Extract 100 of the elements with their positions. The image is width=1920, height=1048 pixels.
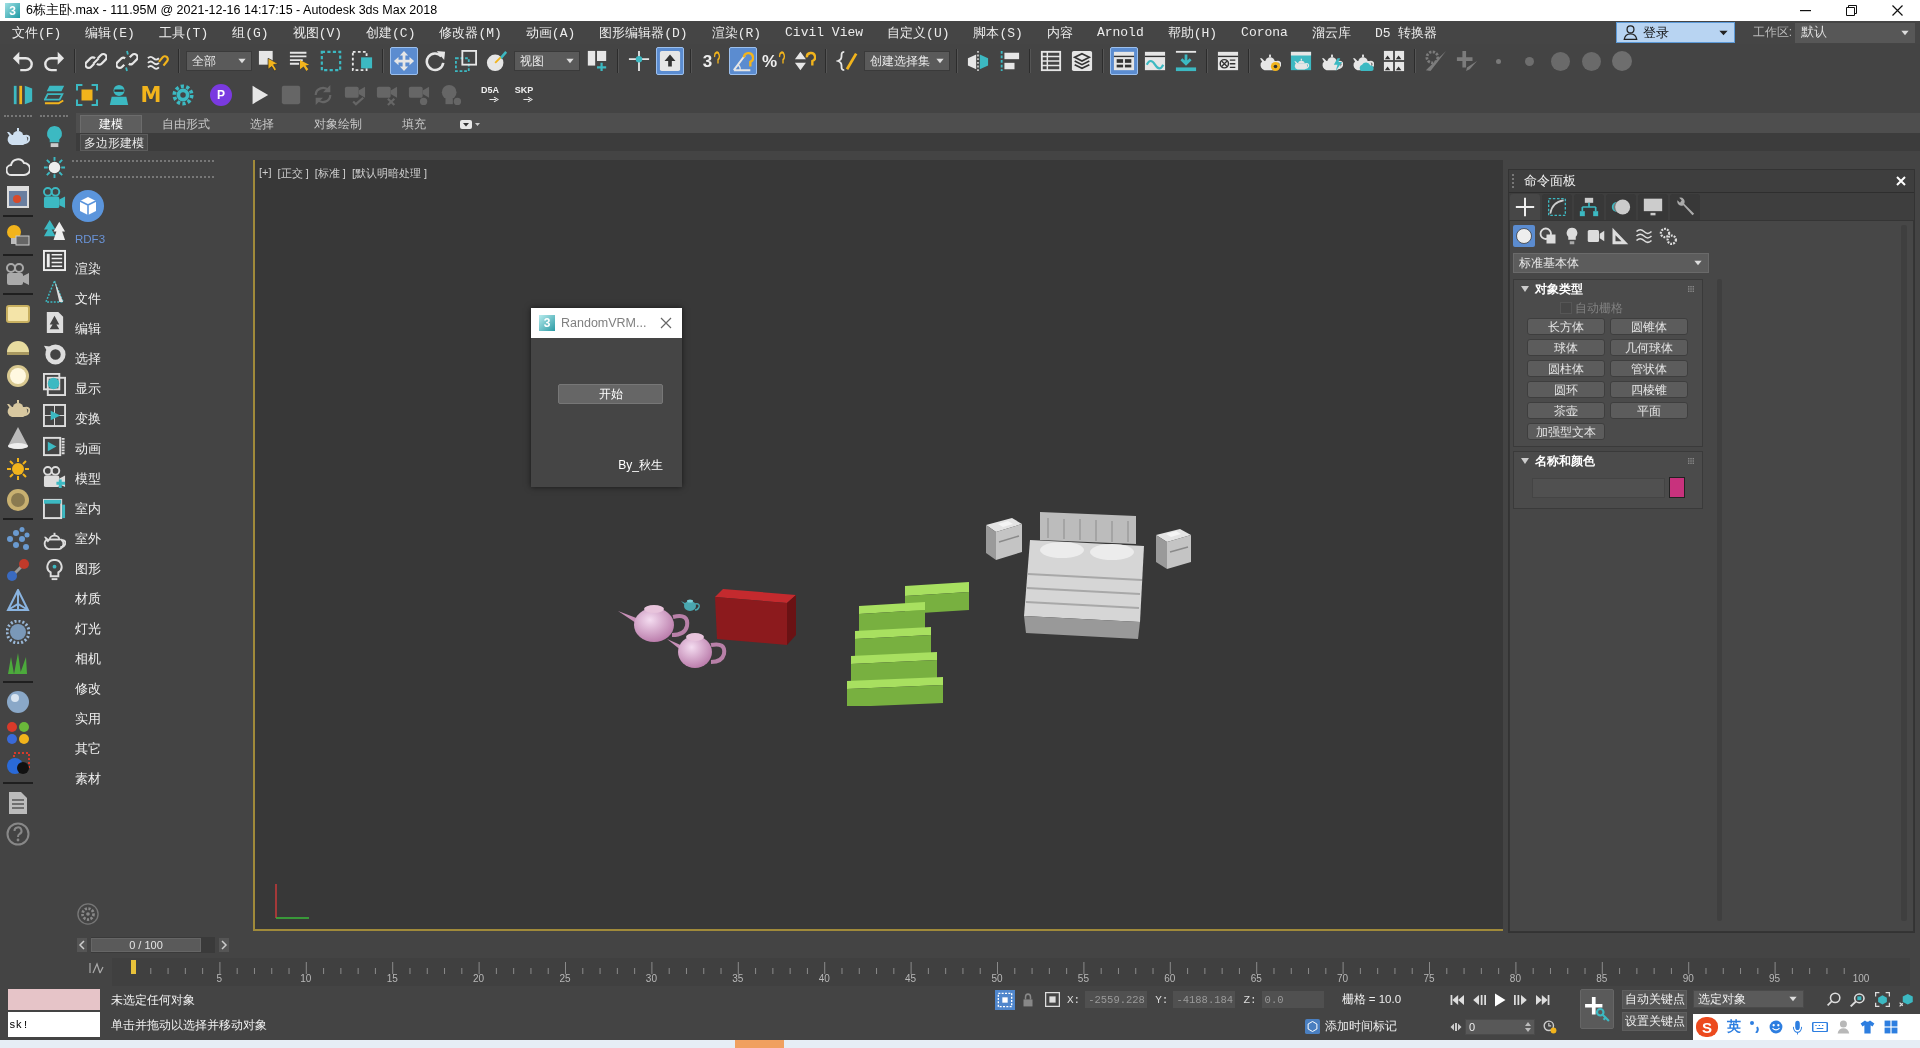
film-icon[interactable]	[42, 435, 66, 458]
toolbar-dropdown[interactable]: 全部	[186, 51, 252, 71]
chevron-right-icon[interactable]	[219, 937, 229, 952]
document-icon[interactable]	[6, 790, 30, 815]
menu-item[interactable]: 内容	[1046, 23, 1073, 42]
curve-square-icon[interactable]	[1547, 197, 1567, 217]
lock-icon[interactable]	[1022, 992, 1034, 1007]
pyramid-icon[interactable]	[6, 588, 30, 613]
keyboard-icon[interactable]	[1812, 1021, 1828, 1033]
script-menu-item[interactable]: 变换	[72, 404, 248, 434]
bulb-panel-icon[interactable]	[6, 223, 30, 248]
set-key-mode-button[interactable]: 设置关键点	[1622, 1012, 1687, 1031]
time-tag-button[interactable]: 添加时间标记	[1305, 1016, 1397, 1037]
menu-item[interactable]: 工具(T)	[158, 23, 209, 42]
glow-sphere-icon[interactable]	[6, 363, 30, 388]
close-icon[interactable]	[1891, 5, 1903, 16]
script-menu-item[interactable]: 室内	[72, 494, 248, 524]
trees-icon[interactable]	[42, 218, 66, 241]
movie-camera-icon[interactable]	[42, 187, 66, 210]
particles-icon[interactable]	[6, 526, 30, 551]
play-icon[interactable]	[1494, 992, 1506, 1007]
ribbon-tab[interactable]: 自由形式	[142, 115, 230, 133]
script-menu-item[interactable]: 图形	[72, 554, 248, 584]
cube-logo-icon[interactable]	[72, 190, 104, 222]
molecule-icon[interactable]	[6, 557, 30, 582]
toolbar-button[interactable]: M	[137, 80, 165, 109]
menu-item[interactable]: 图形编辑器(D)	[599, 23, 688, 42]
viewport[interactable]: [+] [正交 ] [标准 ] [默认明暗处理 ] 3 RandomVRM... 开始 By_秋生	[253, 160, 1503, 931]
timeline-ruler[interactable]: 5 10 15 20 25 30 35 40 45 50 55 60 65 70 75 80 85 90 95 100	[112, 958, 1910, 986]
menu-item[interactable]: 文件(F)	[12, 23, 62, 42]
transform-mode-icon[interactable]	[1045, 992, 1060, 1007]
time-config-icon[interactable]	[1543, 1019, 1557, 1034]
primitive-button[interactable]: 球体	[1527, 339, 1605, 356]
listener-output-field[interactable]: sk!	[8, 1012, 100, 1037]
list-icon[interactable]	[42, 249, 66, 272]
arrow-icon[interactable]	[523, 96, 533, 103]
script-menu-item[interactable]: 实用	[72, 704, 248, 734]
frame-spinner-field[interactable]: 0	[1465, 1018, 1535, 1035]
key-plus-icon[interactable]	[1584, 996, 1610, 1022]
microphone-icon[interactable]	[1792, 1019, 1803, 1035]
time-slider-thumb[interactable]: 0 / 100	[91, 937, 201, 952]
expand-triangle-icon[interactable]	[1521, 458, 1529, 464]
menu-item[interactable]: Civil View	[785, 25, 864, 40]
restore-icon[interactable]	[1845, 5, 1857, 16]
menu-item[interactable]: 编辑(E)	[85, 23, 135, 42]
script-menu-item[interactable]: 室外	[72, 524, 248, 554]
grid-icon[interactable]	[1884, 1020, 1898, 1034]
ribbon-tab[interactable]: 建模	[80, 115, 142, 133]
menu-item[interactable]: 创建(C)	[366, 23, 416, 42]
sphere-icon[interactable]	[6, 689, 30, 714]
sun-icon[interactable]	[6, 456, 30, 481]
ball-selection-icon[interactable]	[6, 751, 30, 776]
viewport-menu-label[interactable]: [标准 ]	[314, 166, 346, 181]
go-to-start-icon[interactable]	[1450, 993, 1464, 1006]
punctuation-icon[interactable]	[1750, 1021, 1760, 1033]
window-panel-icon[interactable]	[42, 497, 66, 520]
primitive-button[interactable]: 几何球体	[1610, 339, 1688, 356]
menu-item[interactable]: 组(G)	[232, 23, 269, 42]
cone-light-icon[interactable]	[6, 425, 30, 450]
primitive-button[interactable]: 圆锥体	[1610, 318, 1688, 335]
primitive-button[interactable]: 圆柱体	[1527, 360, 1605, 377]
listener-input-field[interactable]	[8, 989, 100, 1010]
menu-item[interactable]: D5 转换器	[1374, 23, 1438, 42]
menu-item[interactable]: 溜云库	[1311, 23, 1351, 42]
toolbar-dropdown[interactable]: 创建选择集	[864, 51, 950, 71]
export-button[interactable]: D5A	[475, 80, 505, 109]
zoom-icon[interactable]	[1827, 992, 1841, 1006]
primitive-button[interactable]: 平面	[1610, 402, 1688, 419]
toolbar-button[interactable]: %	[760, 47, 788, 75]
rollout-title[interactable]: 对象类型	[1535, 280, 1583, 298]
color-swatch-icon[interactable]	[1669, 477, 1685, 498]
menu-item[interactable]: 视图(V)	[292, 23, 343, 42]
script-menu-item[interactable]: 选择	[72, 344, 248, 374]
primitive-button[interactable]: 茶壶	[1527, 402, 1605, 419]
script-menu-item[interactable]: 相机	[72, 644, 248, 674]
menu-item[interactable]: 渲染(R)	[711, 23, 762, 42]
object-type-dropdown[interactable]: 标准基本体	[1513, 253, 1709, 273]
script-menu-item[interactable]: 渲染	[72, 254, 248, 284]
command-tab[interactable]	[1574, 194, 1604, 220]
help-icon[interactable]	[6, 821, 30, 846]
command-tab[interactable]	[1510, 194, 1540, 220]
command-tab[interactable]	[1670, 194, 1700, 220]
go-to-end-icon[interactable]	[1536, 993, 1550, 1006]
key-filter-dropdown[interactable]: 选定对象	[1693, 990, 1804, 1008]
menu-item[interactable]: 动画(A)	[525, 23, 576, 42]
ribbon-tab[interactable]: 对象绘制	[294, 115, 382, 133]
dashed-triangle-icon[interactable]	[42, 280, 66, 303]
script-menu-item[interactable]: 材质	[72, 584, 248, 614]
chevron-left-icon[interactable]	[77, 937, 87, 952]
rollout-title[interactable]: 名称和颜色	[1535, 452, 1595, 470]
viewport-menu-label[interactable]: [+]	[259, 166, 272, 181]
ribbon-panel-tab[interactable]: 多边形建模	[80, 133, 148, 151]
primitive-button[interactable]: 四棱锥	[1610, 381, 1688, 398]
export-button[interactable]: SKP	[509, 80, 539, 109]
circles-icon[interactable]	[1611, 197, 1631, 217]
ime-logo[interactable]: S	[1696, 1017, 1718, 1037]
camera-plus-icon[interactable]	[42, 466, 66, 489]
current-frame-marker[interactable]	[131, 960, 136, 974]
script-menu-item[interactable]: 模型	[72, 464, 248, 494]
command-tab[interactable]	[1638, 194, 1668, 220]
